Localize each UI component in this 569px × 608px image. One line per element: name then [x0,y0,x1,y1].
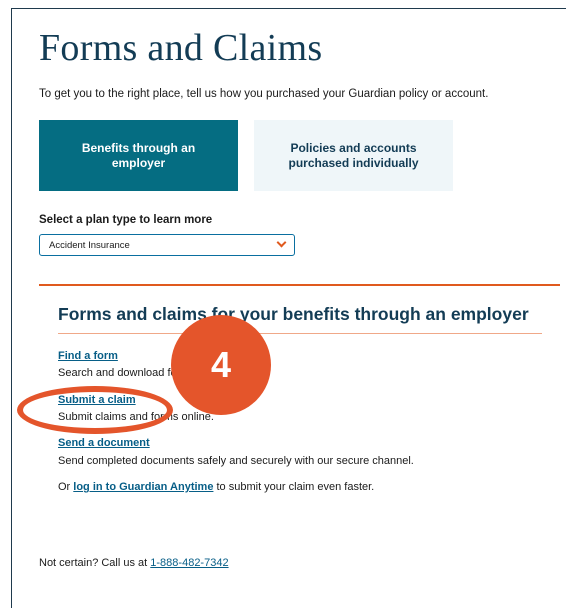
highlight-ring [17,386,173,434]
chevron-down-icon [276,237,287,248]
plan-select-value: Accident Insurance [49,240,130,251]
section-title-underline [58,333,542,334]
contact-prefix: Not certain? Call us at [39,557,151,569]
contact-line: Not certain? Call us at 1-888-482-7342 [39,557,229,569]
login-suffix: to submit your claim even faster. [213,481,375,493]
section-divider [39,284,560,286]
page-title: Forms and Claims [39,27,323,69]
tile-employer-benefits[interactable]: Benefits through an employer [39,120,238,191]
tile-individual-policies[interactable]: Policies and accounts purchased individu… [254,120,453,191]
plan-select-label: Select a plan type to learn more [39,214,213,226]
tile-employer-label: Benefits through an employer [81,140,196,170]
section-title: Forms and claims for your benefits throu… [58,304,529,324]
send-document-link[interactable]: Send a document [58,437,150,449]
send-document-description: Send completed documents safely and secu… [58,455,414,467]
login-prompt: Or log in to Guardian Anytime to submit … [58,481,374,493]
find-form-link[interactable]: Find a form [58,350,118,362]
plan-type-select[interactable]: Accident Insurance [39,234,295,256]
step-number-badge: 4 [171,315,271,415]
login-prefix: Or [58,481,74,493]
tile-individual-label: Policies and accounts purchased individu… [288,140,419,170]
phone-link[interactable]: 1-888-482-7342 [150,557,228,569]
guardian-anytime-login-link[interactable]: log in to Guardian Anytime [73,481,213,493]
intro-text: To get you to the right place, tell us h… [39,88,489,100]
